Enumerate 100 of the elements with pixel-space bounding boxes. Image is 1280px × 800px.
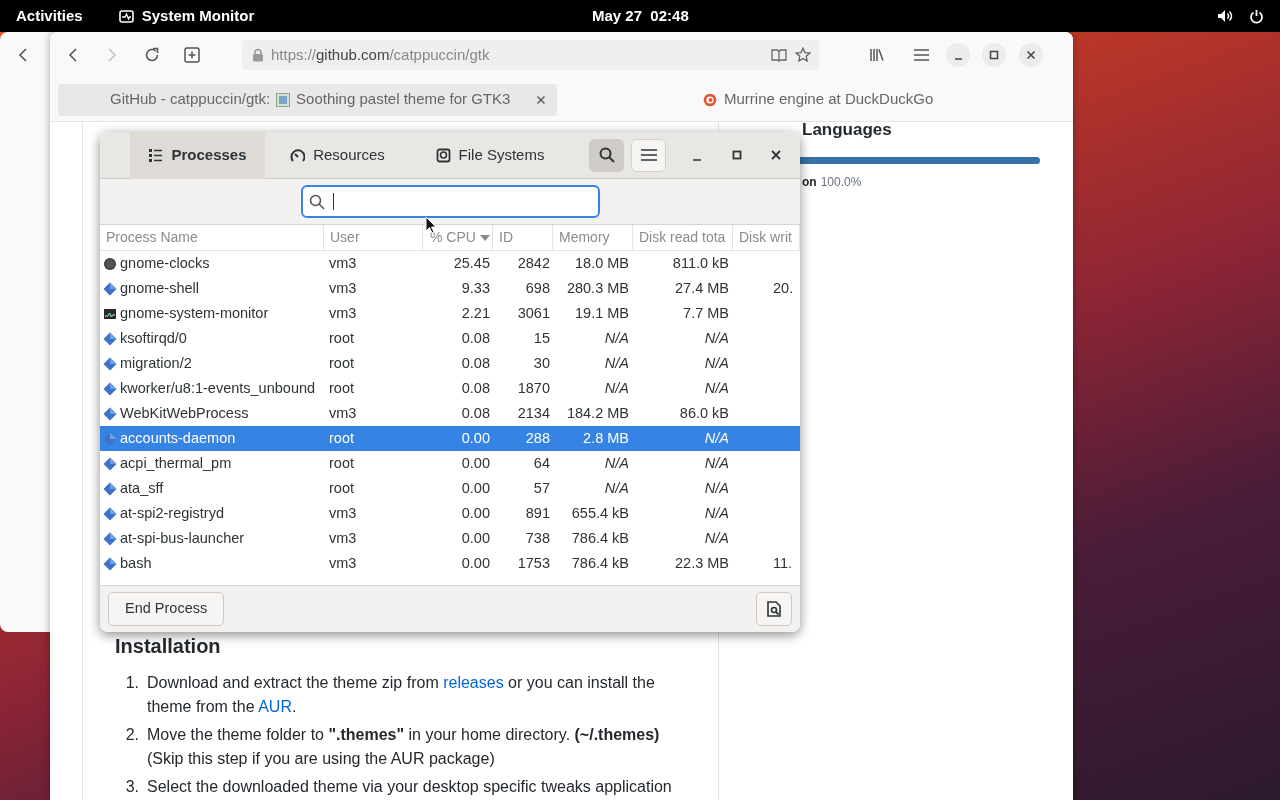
- table-cell-text: N/A: [603, 454, 630, 473]
- table-cell-text: N/A: [703, 379, 730, 398]
- theme-preview-icon: [276, 92, 291, 107]
- process-row[interactable]: at-spi-bus-launcher vm3 0.00 738 786.4 kB N/A: [100, 526, 800, 551]
- table-cell-text: 891: [524, 504, 551, 523]
- process-name: gnome-system-monitor: [120, 304, 269, 323]
- table-cell-text: 19.1 MB: [574, 304, 630, 323]
- library-icon: [869, 48, 885, 62]
- app-menu[interactable]: System Monitor: [118, 4, 255, 28]
- table-cell-text: 18.0 MB: [574, 254, 630, 273]
- process-row[interactable]: acpi_thermal_pm root 0.00 64 N/A N/A: [100, 451, 800, 476]
- column-header[interactable]: ID: [493, 225, 553, 251]
- process-row[interactable]: WebKitWebProcess vm3 0.08 2134 184.2 MB 86.0 kB: [100, 401, 800, 426]
- table-cell-text: 2842: [516, 254, 551, 273]
- column-header[interactable]: Memory: [553, 225, 633, 251]
- document-search-icon: [766, 601, 782, 617]
- table-cell-text: N/A: [603, 354, 630, 373]
- table-cell-text: 0.08: [460, 354, 491, 373]
- table-cell-text: 27.4 MB: [674, 279, 730, 298]
- lock-icon: [252, 48, 264, 62]
- process-row[interactable]: accounts-daemon root 0.00 288 2.8 MB N/A: [100, 426, 800, 451]
- maximize-button[interactable]: [982, 43, 1006, 67]
- table-cell-text: root: [328, 354, 355, 373]
- process-row[interactable]: gnome-clocks vm3 25.45 2842 18.0 MB 811.0 kB: [100, 251, 800, 276]
- process-row[interactable]: ksoftirqd/0 root 0.08 15 N/A N/A: [100, 326, 800, 351]
- table-cell-text: 655.4 kB: [570, 504, 630, 523]
- table-cell-text: 0.00: [460, 429, 491, 448]
- table-cell-text: N/A: [703, 354, 730, 373]
- clock-icon: [103, 256, 117, 271]
- menu-icon: [913, 49, 929, 61]
- table-cell-text: 64: [532, 454, 551, 473]
- link[interactable]: AUR: [258, 698, 292, 715]
- view-tab[interactable]: Processes: [130, 132, 265, 179]
- table-cell-text: root: [328, 429, 355, 448]
- power-icon[interactable]: [1249, 8, 1264, 24]
- process-name: migration/2: [120, 354, 192, 373]
- diamond-icon: [103, 506, 117, 521]
- diamond-icon: [103, 556, 117, 571]
- view-tab[interactable]: Resources: [265, 132, 410, 179]
- process-row[interactable]: gnome-system-monitor vm3 2.21 3061 19.1 MB 7.7 MB: [100, 301, 800, 326]
- address-bar[interactable]: https://github.com/catppuccin/gtk: [242, 40, 819, 70]
- process-row[interactable]: migration/2 root 0.08 30 N/A N/A: [100, 351, 800, 376]
- language-name: on: [802, 174, 817, 191]
- table-cell-text: 22.3 MB: [674, 554, 730, 573]
- monitor-icon: [103, 306, 117, 321]
- table-cell-text: 811.0 kB: [671, 254, 730, 273]
- table-cell-text: vm3: [328, 504, 358, 523]
- view-tab[interactable]: File Systems: [410, 132, 570, 179]
- table-cell-text: 0.00: [460, 504, 491, 523]
- table-cell-text: 57: [532, 479, 551, 498]
- tab-title: Murrine engine at DuckDuckGo: [724, 89, 934, 110]
- process-row[interactable]: bash vm3 0.00 1753 786.4 kB 22.3 MB 11.: [100, 551, 800, 576]
- table-cell-text: 0.00: [460, 479, 491, 498]
- search-button[interactable]: [589, 138, 624, 172]
- activities-button[interactable]: Activities: [16, 4, 83, 28]
- browser-tab[interactable]: Murrine engine at DuckDuckGo: [557, 83, 1056, 116]
- link[interactable]: releases: [443, 674, 504, 691]
- menu-button[interactable]: [631, 138, 666, 172]
- table-cell-text: 0.00: [460, 554, 491, 573]
- minimize-button[interactable]: [946, 43, 970, 67]
- sidebar-heading: Languages: [802, 121, 893, 138]
- table-cell-text: vm3: [328, 529, 358, 548]
- table-cell-text: 786.4 kB: [570, 529, 630, 548]
- table-cell-text: N/A: [703, 529, 730, 548]
- duck-logo-icon: [703, 92, 717, 107]
- process-row[interactable]: ata_sff root 0.00 57 N/A N/A: [100, 476, 800, 501]
- process-row[interactable]: gnome-shell vm3 9.33 698 280.3 MB 27.4 MB 20.: [100, 276, 800, 301]
- sort-arrow-icon: [479, 234, 490, 241]
- close-button[interactable]: [1019, 43, 1043, 67]
- diamond-icon: [103, 406, 117, 421]
- table-cell-text: vm3: [328, 279, 358, 298]
- table-cell-text: 0.08: [460, 404, 491, 423]
- list-number: 3.: [124, 777, 140, 797]
- table-cell-text: 288: [524, 429, 551, 448]
- table-cell-text: 11.: [772, 554, 794, 573]
- browser-tab[interactable]: GitHub - catppuccin/gtk: Soothing pastel theme for GTK3: [58, 83, 557, 116]
- tab-title: Soothing pastel theme for GTK3: [296, 89, 511, 110]
- table-cell-text: N/A: [703, 504, 730, 523]
- table-cell-text: 9.33: [460, 279, 491, 298]
- volume-icon[interactable]: [1217, 9, 1233, 23]
- search-field[interactable]: [300, 185, 600, 218]
- clock[interactable]: May 27 02:48: [592, 4, 689, 28]
- table-cell-text: N/A: [703, 479, 730, 498]
- star-icon[interactable]: [795, 47, 811, 63]
- properties-button[interactable]: [756, 592, 792, 626]
- language-percent: 100.0%: [820, 174, 862, 191]
- table-cell-text: 1870: [516, 379, 551, 398]
- table-cell-text: 2.8 MB: [582, 429, 630, 448]
- diamond-icon: [103, 381, 117, 396]
- diamond-icon: [103, 456, 117, 471]
- reader-icon[interactable]: [771, 48, 787, 62]
- process-row[interactable]: at-spi2-registryd vm3 0.00 891 655.4 kB N/A: [100, 501, 800, 526]
- column-header[interactable]: Process Name: [100, 225, 324, 251]
- column-header[interactable]: Disk writ: [733, 225, 800, 251]
- close-icon: [771, 150, 781, 160]
- search-icon: [598, 147, 615, 163]
- table-cell-text: N/A: [703, 454, 730, 473]
- process-row[interactable]: kworker/u8:1-events_unbound root 0.08 1870 N/A N/A: [100, 376, 800, 401]
- end-process-button[interactable]: End Process: [108, 592, 225, 626]
- diamond-icon: [103, 481, 117, 496]
